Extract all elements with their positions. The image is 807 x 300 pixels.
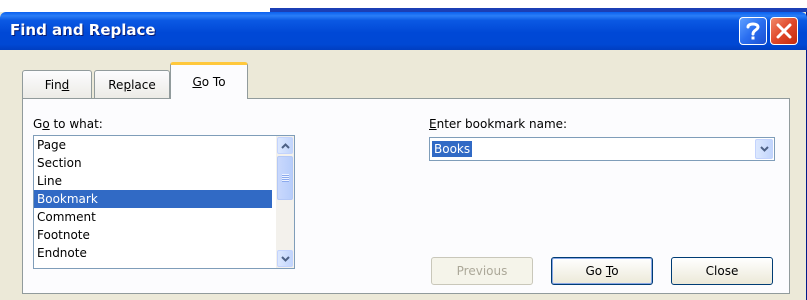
window-title: Find and Replace: [10, 21, 156, 39]
goto-panel: Go to what: Page Section Line Bookmark C…: [22, 98, 790, 294]
grip-icon: [281, 174, 289, 182]
list-item[interactable]: Section: [34, 154, 272, 172]
vertical-scrollbar[interactable]: [276, 136, 294, 268]
tab-goto-label: Go To: [192, 75, 226, 89]
list-item[interactable]: Line: [34, 172, 272, 190]
goto-what-label: Go to what:: [33, 117, 103, 131]
bookmark-name-value[interactable]: Books: [432, 141, 473, 157]
scroll-thumb[interactable]: [277, 156, 293, 200]
goto-button[interactable]: Go To: [551, 257, 653, 285]
chevron-down-icon: [280, 255, 290, 262]
list-item-selected[interactable]: Bookmark: [34, 190, 272, 208]
goto-what-listbox[interactable]: Page Section Line Bookmark Comment Footn…: [33, 135, 295, 269]
chevron-up-icon: [280, 142, 290, 149]
list-item[interactable]: Footnote: [34, 226, 272, 244]
titlebar[interactable]: Find and Replace: [0, 12, 807, 50]
close-window-button[interactable]: [770, 17, 798, 45]
close-button[interactable]: Close: [671, 257, 773, 285]
tab-control: Find Replace Go To Go to what: Page Sect…: [10, 58, 800, 294]
chevron-down-icon: [759, 146, 769, 152]
tab-replace[interactable]: Replace: [94, 70, 170, 98]
tab-find-label: Find: [44, 77, 70, 92]
help-button[interactable]: [739, 17, 767, 45]
tab-goto[interactable]: Go To: [170, 62, 248, 99]
combobox-dropdown-button[interactable]: [755, 139, 773, 159]
list-item[interactable]: Comment: [34, 208, 272, 226]
list-item[interactable]: Page: [34, 136, 272, 154]
list-item[interactable]: Endnote: [34, 244, 272, 262]
scroll-down-button[interactable]: [277, 250, 293, 267]
tab-replace-label: Replace: [108, 77, 156, 92]
scroll-up-button[interactable]: [277, 137, 293, 154]
question-mark-icon: [746, 22, 760, 40]
find-replace-dialog: Find and Replace Find Replace Go To Go t…: [0, 12, 807, 300]
previous-button[interactable]: Previous: [431, 257, 533, 285]
bookmark-name-label: Enter bookmark name:: [429, 117, 568, 131]
tab-find[interactable]: Find: [22, 70, 92, 98]
goto-button-label: Go To: [585, 264, 619, 278]
close-icon: [776, 23, 792, 39]
bookmark-name-combobox[interactable]: Books: [429, 137, 775, 161]
